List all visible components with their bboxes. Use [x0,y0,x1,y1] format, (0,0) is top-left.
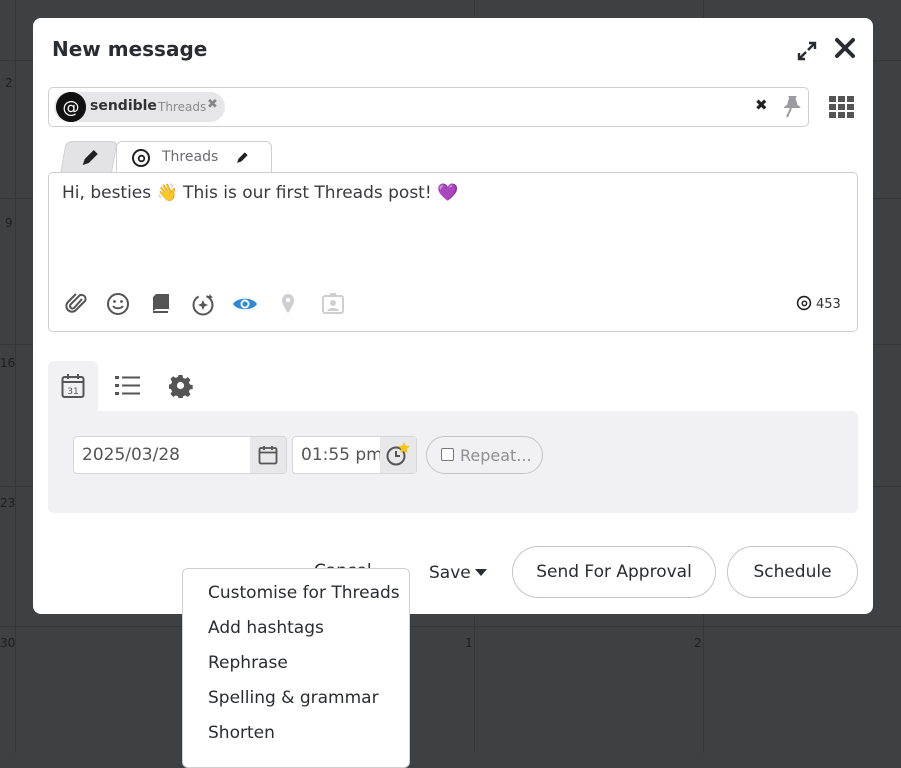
calendar-day-number: 2 [5,76,13,90]
tab-threads[interactable]: Threads [116,141,272,173]
tab-general-edit[interactable] [60,141,118,172]
location-icon[interactable] [275,291,301,317]
recipient-network: Threads [158,100,207,114]
menu-item-shorten[interactable]: Shorten [208,723,275,743]
calendar-day-number: 30 [0,636,16,650]
calendar-day-number: 1 [465,636,473,650]
tab-calendar[interactable]: 31 [48,361,98,411]
repeat-toggle[interactable]: Repeat... [426,436,543,474]
calendar-day-number: 2 [694,636,702,650]
schedule-tabs: 31 [48,361,858,411]
pencil-icon [82,150,98,165]
recipient-field[interactable]: @ sendible Threads ✖ ✖ [48,87,809,127]
list-icon [115,376,140,395]
close-icon[interactable] [833,36,857,60]
time-value: 01:55 pm [301,445,383,465]
threads-icon [132,149,150,167]
character-count: 453 [816,297,841,312]
time-picker-button[interactable] [380,437,416,473]
message-editor[interactable]: Hi, besties 👋 This is our first Threads … [48,172,858,332]
clear-recipients-icon[interactable]: ✖ [755,96,768,114]
date-value: 2025/03/28 [82,445,180,465]
calendar-icon [258,446,278,465]
repeat-checkbox[interactable] [441,448,454,461]
recipient-chip[interactable]: @ sendible Threads ✖ [54,92,225,122]
attachment-icon[interactable] [64,291,90,317]
gear-icon [169,374,193,398]
pencil-icon [237,152,248,163]
threads-avatar-icon: @ [56,92,86,122]
character-counter: 453 [796,295,841,312]
calendar-day-number: 9 [5,216,13,230]
compose-modal: New message @ sendible Threads ✖ ✖ Threa… [33,18,873,614]
date-input[interactable]: 2025/03/28 [73,436,287,474]
content-library-icon[interactable] [148,291,174,317]
time-input[interactable]: 01:55 pm [292,436,417,474]
remove-recipient-icon[interactable]: ✖ [207,97,218,112]
schedule-button[interactable]: Schedule [727,546,858,598]
caret-down-icon [474,569,487,576]
menu-item-spelling-grammar[interactable]: Spelling & grammar [208,688,379,708]
profiles-grid-icon[interactable] [829,96,855,118]
menu-item-add-hashtags[interactable]: Add hashtags [208,618,324,638]
svg-text:@: @ [63,98,80,118]
save-label: Save [429,563,471,583]
tab-threads-label: Threads [162,149,219,165]
threads-icon [796,295,812,311]
calendar-icon: 31 [61,374,85,398]
message-text[interactable]: Hi, besties 👋 This is our first Threads … [62,183,458,203]
clock-star-icon [386,442,410,466]
save-dropdown-button[interactable]: Save [429,563,487,583]
tab-settings[interactable] [156,361,206,411]
date-picker-button[interactable] [250,437,286,473]
send-for-approval-button[interactable]: Send For Approval [512,546,716,598]
expand-icon[interactable] [796,40,818,62]
menu-item-customise[interactable]: Customise for Threads [208,583,400,603]
tag-user-icon[interactable] [320,291,346,317]
svg-text:31: 31 [67,387,78,397]
emoji-icon[interactable] [105,291,131,317]
modal-title: New message [52,37,208,61]
ai-assist-icon[interactable] [190,291,216,317]
schedule-panel: 2025/03/28 01:55 pm Repeat... [48,411,858,513]
repeat-label: Repeat... [460,446,532,465]
recipient-name: sendible [90,98,157,114]
menu-item-rephrase[interactable]: Rephrase [208,653,288,673]
pin-icon[interactable] [779,93,805,119]
calendar-day-number: 16 [0,356,16,370]
ai-assist-menu: Customise for Threads Add hashtags Rephr… [182,568,410,768]
preview-eye-icon[interactable] [232,291,258,317]
tab-queue-list[interactable] [103,361,153,411]
calendar-day-number: 23 [0,496,16,510]
